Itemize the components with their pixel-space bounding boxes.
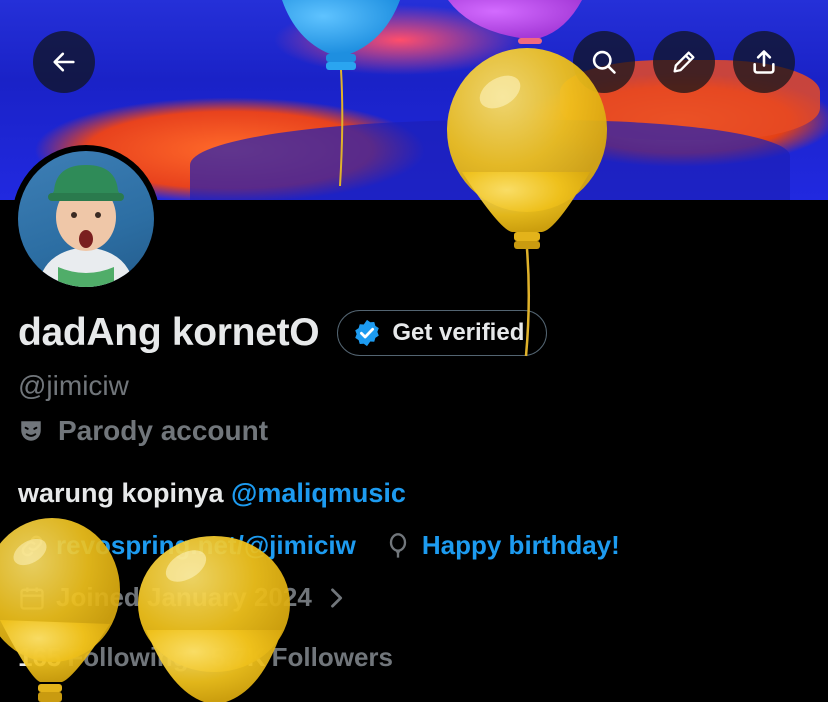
bio-mention-link[interactable]: @maliqmusic xyxy=(231,478,406,508)
pencil-icon xyxy=(673,51,695,73)
following-label: Following xyxy=(67,642,189,672)
arrow-left-icon xyxy=(53,52,75,72)
balloon-icon xyxy=(389,532,407,558)
back-button[interactable] xyxy=(33,31,95,93)
theater-mask-icon xyxy=(21,421,41,441)
avatar-portrait xyxy=(38,165,134,287)
get-verified-label: Get verified xyxy=(392,319,525,346)
share-button[interactable] xyxy=(733,31,795,93)
following-link[interactable]: 165 Following xyxy=(18,642,189,673)
parody-label-row: Parody account xyxy=(18,415,268,447)
user-handle: @jimiciw xyxy=(18,370,129,401)
bio-text: warung kopinya xyxy=(18,478,232,508)
profile-link[interactable]: revospring.net/@jimiciw xyxy=(18,530,356,561)
joined-date[interactable]: Joined January 2024 xyxy=(18,582,350,613)
following-count: 165 xyxy=(18,642,62,672)
parody-label: Parody account xyxy=(58,415,269,446)
edit-button[interactable] xyxy=(653,31,715,93)
verified-badge-icon xyxy=(355,319,380,347)
avatar-image xyxy=(18,151,154,287)
share-icon xyxy=(753,50,775,74)
profile-meta-row: revospring.net/@jimiciw Happy birthday! xyxy=(18,530,620,561)
display-name: dadAng kornetO xyxy=(18,311,320,354)
search-button[interactable] xyxy=(573,31,635,93)
followers-label: Followers xyxy=(271,642,393,672)
joined-text: Joined January 2024 xyxy=(56,582,312,612)
bio: warung kopinya @maliqmusic xyxy=(18,478,406,509)
follow-stats: 165 Following 5,7K Followers xyxy=(18,642,393,673)
birthday: Happy birthday! xyxy=(384,530,620,561)
chevron-right-icon xyxy=(330,587,342,608)
search-icon xyxy=(592,50,616,74)
birthday-text: Happy birthday! xyxy=(421,530,620,560)
link-icon xyxy=(21,535,43,556)
avatar[interactable] xyxy=(12,145,160,293)
banner-shape xyxy=(190,120,790,200)
name-row: dadAng kornetO Get verified xyxy=(18,310,548,356)
calendar-icon xyxy=(20,587,44,610)
followers-link[interactable]: 5,7K Followers xyxy=(211,642,393,673)
profile-link-text[interactable]: revospring.net/@jimiciw xyxy=(56,530,356,561)
get-verified-button[interactable]: Get verified xyxy=(337,310,548,356)
followers-count: 5,7K xyxy=(210,642,266,672)
